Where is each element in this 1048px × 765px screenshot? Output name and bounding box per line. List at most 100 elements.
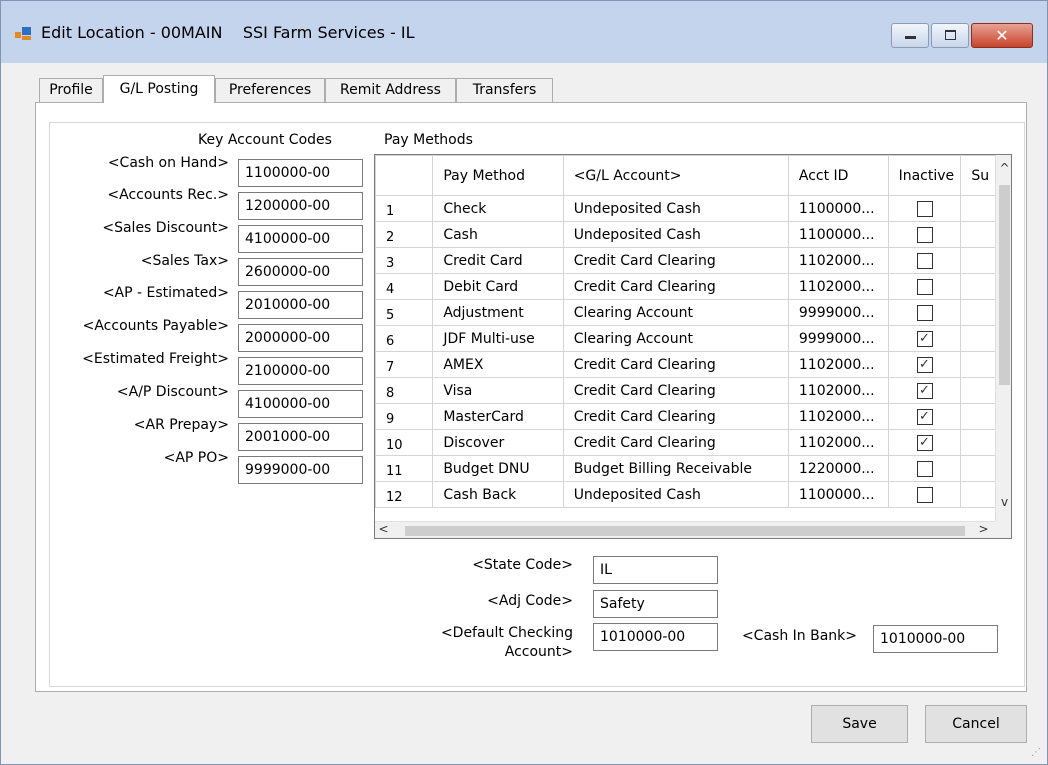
minimize-button[interactable] [891, 23, 929, 48]
acct-id-cell[interactable]: 1102000... [787, 377, 889, 404]
acct-id-cell[interactable]: 1100000... [787, 481, 889, 508]
acct-id-cell[interactable]: 1102000... [787, 273, 889, 300]
state-code-label[interactable]: <State Code> [472, 557, 573, 573]
gl-account-cell[interactable]: Credit Card Clearing [562, 377, 789, 404]
row-number-cell[interactable]: 9 [375, 403, 434, 430]
table-row[interactable]: 4 Debit Card Credit Card Clearing 1102000..… [375, 273, 1011, 300]
scroll-left-icon[interactable]: < [375, 522, 392, 536]
table-row[interactable]: 12 Cash Back Undeposited Cash 1100000... [375, 481, 1011, 508]
inactive-checkbox[interactable] [916, 486, 933, 503]
maximize-button[interactable] [931, 23, 969, 48]
gl-account-cell[interactable]: Undeposited Cash [562, 481, 789, 508]
acct-id-column-header[interactable]: Acct ID [787, 155, 889, 196]
vertical-scroll-thumb[interactable] [999, 185, 1010, 385]
adj-code-input[interactable]: Safety [593, 590, 718, 618]
acct-id-cell[interactable]: 1100000... [787, 221, 889, 248]
ap-estimated-label[interactable]: <AP - Estimated> [103, 285, 229, 301]
inactive-checkbox[interactable] [916, 304, 933, 321]
pay-method-cell[interactable]: Credit Card [432, 247, 564, 274]
row-number-cell[interactable]: 5 [375, 299, 434, 326]
gl-account-cell[interactable]: Clearing Account [562, 299, 789, 326]
pay-method-cell[interactable]: JDF Multi-use [432, 325, 564, 352]
close-button[interactable]: ✕ [971, 23, 1033, 48]
default-checking-label-line1[interactable]: <Default Checking [441, 625, 573, 641]
ap-estimated-input[interactable]: 2010000-00 [238, 291, 363, 319]
inactive-checkbox[interactable] [916, 200, 933, 217]
gl-account-cell[interactable]: Credit Card Clearing [562, 273, 789, 300]
table-row[interactable]: 8 Visa Credit Card Clearing 1102000... ✓ [375, 377, 1011, 404]
table-row[interactable]: 5 Adjustment Clearing Account 9999000... [375, 299, 1011, 326]
pay-method-cell[interactable]: Visa [432, 377, 564, 404]
row-number-cell[interactable]: 8 [375, 377, 434, 404]
pay-method-cell[interactable]: Debit Card [432, 273, 564, 300]
row-number-cell[interactable]: 6 [375, 325, 434, 352]
estimated-freight-label[interactable]: <Estimated Freight> [82, 351, 229, 367]
table-row[interactable]: 7 AMEX Credit Card Clearing 1102000... ✓ [375, 351, 1011, 378]
acct-id-cell[interactable]: 9999000... [787, 325, 889, 352]
ar-prepay-input[interactable]: 2001000-00 [238, 423, 363, 451]
gl-account-column-header[interactable]: <G/L Account> [562, 155, 789, 196]
tab-profile[interactable]: Profile [39, 78, 103, 102]
accounts-payable-label[interactable]: <Accounts Payable> [83, 318, 229, 334]
row-number-cell[interactable]: 12 [375, 481, 434, 508]
default-checking-label-line2[interactable]: Account> [505, 644, 573, 660]
cash-in-bank-label[interactable]: <Cash In Bank> [742, 628, 857, 644]
tab-transfers[interactable]: Transfers [456, 78, 553, 102]
pay-method-cell[interactable]: Adjustment [432, 299, 564, 326]
ap-discount-input[interactable]: 4100000-00 [238, 390, 363, 418]
inactive-checkbox[interactable]: ✓ [916, 408, 933, 425]
gl-account-cell[interactable]: Clearing Account [562, 325, 789, 352]
table-row[interactable]: 1 Check Undeposited Cash 1100000... [375, 195, 1011, 222]
gl-account-cell[interactable]: Credit Card Clearing [562, 351, 789, 378]
acct-id-cell[interactable]: 1100000... [787, 195, 889, 222]
inactive-checkbox[interactable] [916, 226, 933, 243]
cash-in-bank-input[interactable]: 1010000-00 [873, 625, 998, 653]
cash-on-hand-input[interactable]: 1100000-00 [238, 159, 363, 187]
inactive-checkbox[interactable]: ✓ [916, 382, 933, 399]
sales-discount-label[interactable]: <Sales Discount> [102, 220, 229, 236]
tab-remit-address[interactable]: Remit Address [325, 78, 456, 102]
gl-account-cell[interactable]: Undeposited Cash [562, 195, 789, 222]
row-number-cell[interactable]: 11 [375, 455, 434, 482]
acct-id-cell[interactable]: 1220000... [787, 455, 889, 482]
gl-account-cell[interactable]: Budget Billing Receivable [562, 455, 789, 482]
ap-discount-label[interactable]: <A/P Discount> [117, 384, 229, 400]
pay-method-cell[interactable]: Check [432, 195, 564, 222]
sales-discount-input[interactable]: 4100000-00 [238, 225, 363, 253]
table-row[interactable]: 2 Cash Undeposited Cash 1100000... [375, 221, 1011, 248]
row-number-cell[interactable]: 4 [375, 273, 434, 300]
inactive-checkbox[interactable] [916, 278, 933, 295]
state-code-input[interactable]: IL [593, 556, 718, 584]
tab-gl-posting[interactable]: G/L Posting [103, 75, 215, 103]
accounts-rec-label[interactable]: <Accounts Rec.> [107, 187, 229, 203]
cash-on-hand-label[interactable]: <Cash on Hand> [108, 155, 229, 171]
row-number-cell[interactable]: 3 [375, 247, 434, 274]
gl-account-cell[interactable]: Credit Card Clearing [562, 429, 789, 456]
gl-account-cell[interactable]: Credit Card Clearing [562, 247, 789, 274]
table-row[interactable]: 3 Credit Card Credit Card Clearing 1102000.… [375, 247, 1011, 274]
row-number-cell[interactable]: 2 [375, 221, 434, 248]
pay-method-column-header[interactable]: Pay Method [432, 155, 564, 196]
resize-grip-icon[interactable]: ⋰ [1031, 747, 1041, 758]
inactive-checkbox[interactable]: ✓ [916, 330, 933, 347]
horizontal-scroll-thumb[interactable] [405, 526, 965, 536]
table-row[interactable]: 9 MasterCard Credit Card Clearing 1102000..… [375, 403, 1011, 430]
row-number-cell[interactable]: 7 [375, 351, 434, 378]
table-row[interactable]: 11 Budget DNU Budget Billing Receivable 122… [375, 455, 1011, 482]
pay-method-cell[interactable]: AMEX [432, 351, 564, 378]
scroll-right-icon[interactable]: > [975, 522, 992, 536]
table-row[interactable]: 10 Discover Credit Card Clearing 1102000...… [375, 429, 1011, 456]
acct-id-cell[interactable]: 1102000... [787, 403, 889, 430]
estimated-freight-input[interactable]: 2100000-00 [238, 357, 363, 385]
sales-tax-input[interactable]: 2600000-00 [238, 258, 363, 286]
default-checking-input[interactable]: 1010000-00 [593, 623, 718, 651]
acct-id-cell[interactable]: 1102000... [787, 351, 889, 378]
pay-method-cell[interactable]: Discover [432, 429, 564, 456]
scroll-up-icon[interactable]: ^ [996, 161, 1011, 175]
row-number-header[interactable] [375, 155, 434, 196]
inactive-checkbox[interactable] [916, 252, 933, 269]
pay-method-cell[interactable]: Cash [432, 221, 564, 248]
vertical-scrollbar[interactable]: ^ v [995, 155, 1011, 521]
inactive-checkbox[interactable]: ✓ [916, 434, 933, 451]
ap-po-input[interactable]: 9999000-00 [238, 456, 363, 484]
